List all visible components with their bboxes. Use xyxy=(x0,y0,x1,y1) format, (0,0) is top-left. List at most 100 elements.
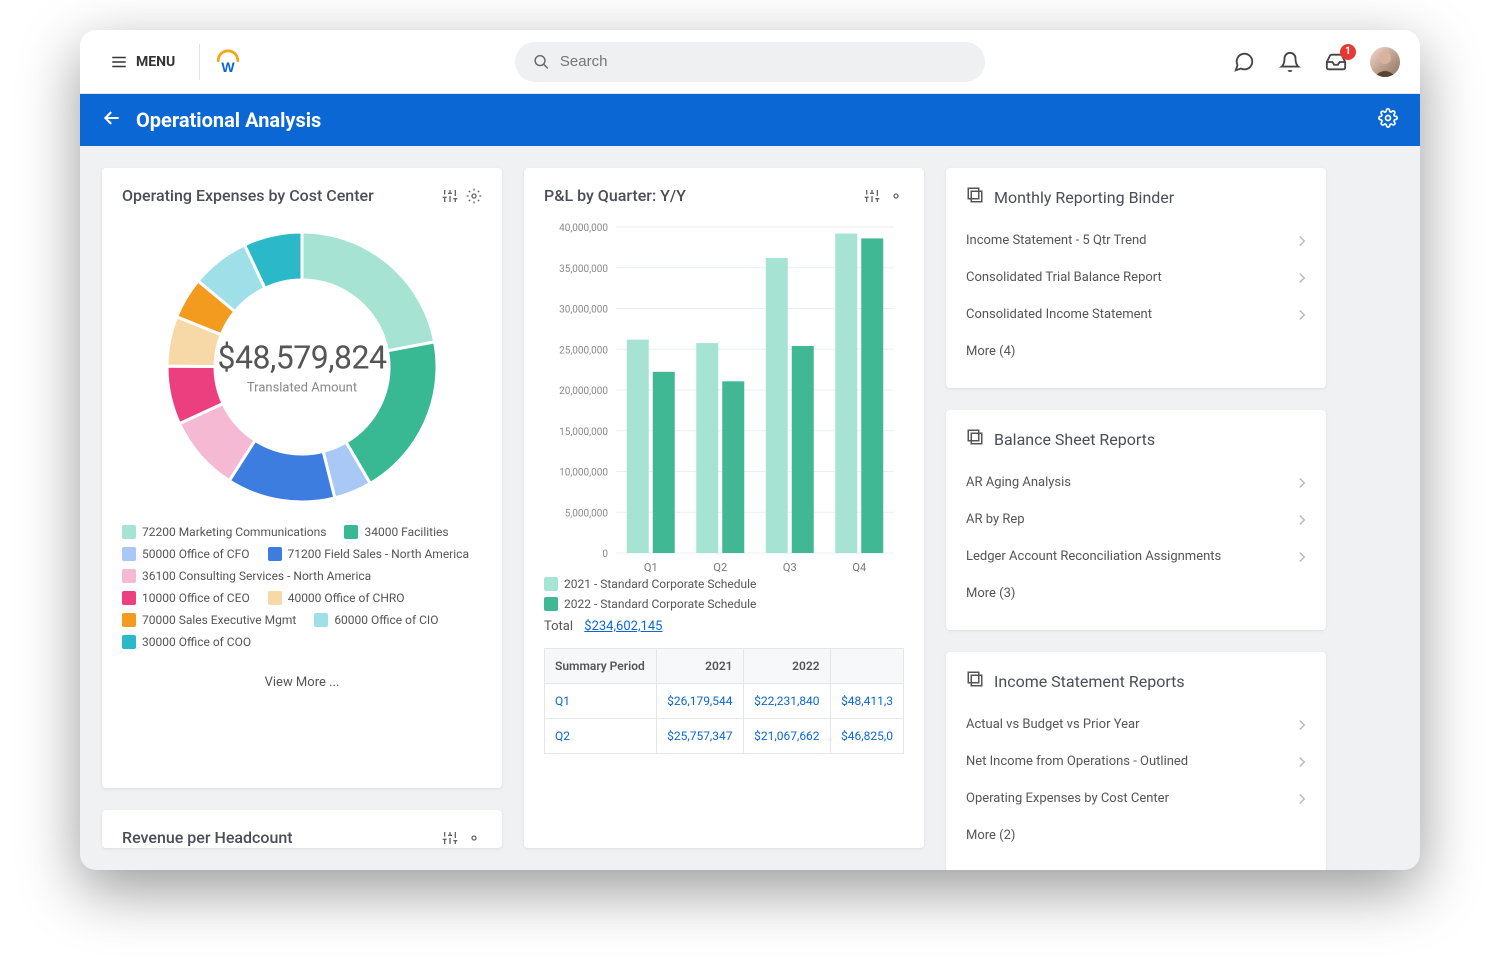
legend-label: 2021 - Standard Corporate Schedule xyxy=(564,577,756,591)
legend-swatch xyxy=(122,635,136,649)
search-input[interactable] xyxy=(560,53,967,70)
back-button[interactable] xyxy=(102,108,122,132)
legend-label: 71200 Field Sales - North America xyxy=(288,547,469,561)
card-config-button[interactable] xyxy=(864,188,880,204)
page-settings-button[interactable] xyxy=(1378,108,1398,132)
card-settings-button[interactable] xyxy=(466,188,482,204)
chevron-right-icon xyxy=(1298,719,1306,731)
chevron-right-icon xyxy=(1298,793,1306,805)
card-config-button[interactable] xyxy=(442,830,458,846)
list-item-label: Actual vs Budget vs Prior Year xyxy=(966,717,1139,732)
list-item[interactable]: Actual vs Budget vs Prior Year xyxy=(966,706,1306,743)
avatar[interactable] xyxy=(1370,47,1400,77)
list-item[interactable]: Consolidated Income Statement xyxy=(966,296,1306,333)
revenue-card-title: Revenue per Headcount xyxy=(122,828,293,847)
list-item[interactable]: Ledger Account Reconciliation Assignment… xyxy=(966,538,1306,575)
page-title: Operational Analysis xyxy=(136,108,321,132)
inbox-badge: 1 xyxy=(1340,44,1356,60)
list-item[interactable]: Income Statement - 5 Qtr Trend xyxy=(966,222,1306,259)
legend-item[interactable]: 34000 Facilities xyxy=(344,525,448,539)
list-item[interactable]: AR Aging Analysis xyxy=(966,464,1306,501)
stack-icon xyxy=(966,428,984,450)
legend-swatch xyxy=(544,597,558,611)
legend-swatch xyxy=(122,569,136,583)
table-header: 2021 xyxy=(656,649,743,684)
legend-item[interactable]: 2021 - Standard Corporate Schedule xyxy=(544,577,904,591)
topbar: MENU W 1 xyxy=(80,30,1420,94)
list-item[interactable]: Net Income from Operations - Outlined xyxy=(966,743,1306,780)
card-config-button[interactable] xyxy=(442,188,458,204)
legend-item[interactable]: 2022 - Standard Corporate Schedule xyxy=(544,597,904,611)
bar-chart[interactable]: 05,000,00010,000,00015,000,00020,000,000… xyxy=(544,217,904,577)
legend-item[interactable]: 72200 Marketing Communications xyxy=(122,525,326,539)
list-item[interactable]: More (2) xyxy=(966,817,1306,854)
table-cell-link[interactable]: $46,825,0 xyxy=(841,729,893,743)
svg-text:Q2: Q2 xyxy=(713,561,727,574)
list-item[interactable]: Consolidated Trial Balance Report xyxy=(966,259,1306,296)
legend-swatch xyxy=(122,591,136,605)
legend-label: 10000 Office of CEO xyxy=(142,591,250,605)
card-settings-button[interactable] xyxy=(466,830,482,846)
list-card-title: Monthly Reporting Binder xyxy=(994,188,1174,207)
table-cell-link[interactable]: $21,067,662 xyxy=(754,729,819,743)
list-item[interactable]: More (4) xyxy=(966,333,1306,370)
legend-item[interactable]: 40000 Office of CHRO xyxy=(268,591,405,605)
list-item[interactable]: Operating Expenses by Cost Center xyxy=(966,780,1306,817)
bell-icon xyxy=(1279,51,1301,73)
legend-item[interactable]: 50000 Office of CFO xyxy=(122,547,250,561)
table-cell: $21,067,662 xyxy=(743,719,830,754)
legend-item[interactable]: 71200 Field Sales - North America xyxy=(268,547,469,561)
list-item-label: AR Aging Analysis xyxy=(966,475,1071,490)
legend-swatch xyxy=(314,613,328,627)
total-row: Total $234,602,145 xyxy=(544,619,904,634)
table-cell-link[interactable]: $22,231,840 xyxy=(754,694,819,708)
notifications-button[interactable] xyxy=(1278,50,1302,74)
bar-legend: 2021 - Standard Corporate Schedule 2022 -… xyxy=(544,577,904,611)
svg-text:20,000,000: 20,000,000 xyxy=(559,386,608,397)
list-item-label: More (4) xyxy=(966,344,1015,359)
sliders-icon xyxy=(442,830,458,846)
menu-button[interactable]: MENU xyxy=(100,47,185,77)
list-item-label: Ledger Account Reconciliation Assignment… xyxy=(966,549,1221,564)
chevron-right-icon xyxy=(1298,551,1306,563)
list-card: Monthly Reporting Binder Income Statement… xyxy=(946,168,1326,388)
search-icon xyxy=(533,53,550,71)
legend-swatch xyxy=(268,591,282,605)
svg-text:30,000,000: 30,000,000 xyxy=(559,305,608,316)
search-box[interactable] xyxy=(515,42,985,82)
legend-item[interactable]: 10000 Office of CEO xyxy=(122,591,250,605)
legend-swatch xyxy=(122,547,136,561)
table-header xyxy=(830,649,903,684)
workday-logo[interactable]: W xyxy=(214,48,242,76)
chat-button[interactable] xyxy=(1232,50,1256,74)
svg-text:25,000,000: 25,000,000 xyxy=(559,345,608,356)
view-more-button[interactable]: View More ... xyxy=(122,669,482,696)
bar-card: P&L by Quarter: Y/Y 05,000,00010,000,000… xyxy=(524,168,924,848)
legend-item[interactable]: 36100 Consulting Services - North Americ… xyxy=(122,569,371,583)
card-settings-button[interactable] xyxy=(888,188,904,204)
svg-text:Q1: Q1 xyxy=(644,561,658,574)
table-cell-link[interactable]: $25,757,347 xyxy=(667,729,732,743)
total-value-link[interactable]: $234,602,145 xyxy=(584,619,662,634)
table-cell-link[interactable]: Q1 xyxy=(555,694,570,708)
donut-center-label: Translated Amount xyxy=(218,381,387,396)
legend-item[interactable]: 70000 Sales Executive Mgmt xyxy=(122,613,296,627)
list-item[interactable]: AR by Rep xyxy=(966,501,1306,538)
legend-item[interactable]: 60000 Office of CIO xyxy=(314,613,438,627)
list-item-label: Consolidated Trial Balance Report xyxy=(966,270,1162,285)
svg-text:Q3: Q3 xyxy=(783,561,797,574)
legend-label: 60000 Office of CIO xyxy=(334,613,438,627)
table-cell-link[interactable]: $48,411,3 xyxy=(841,694,893,708)
gear-icon xyxy=(466,188,482,204)
table-cell: $48,411,3 xyxy=(830,684,903,719)
table-cell-link[interactable]: Q2 xyxy=(555,729,570,743)
table-cell-link[interactable]: $26,179,544 xyxy=(667,694,732,708)
table-row: Q2 $25,757,347 $21,067,662 $46,825,0 xyxy=(545,719,904,754)
list-item-label: Consolidated Income Statement xyxy=(966,307,1152,322)
table-header: Summary Period xyxy=(545,649,657,684)
chat-icon xyxy=(1233,51,1255,73)
list-item[interactable]: More (3) xyxy=(966,575,1306,612)
sliders-icon xyxy=(442,188,458,204)
inbox-button[interactable]: 1 xyxy=(1324,50,1348,74)
legend-item[interactable]: 30000 Office of COO xyxy=(122,635,251,649)
